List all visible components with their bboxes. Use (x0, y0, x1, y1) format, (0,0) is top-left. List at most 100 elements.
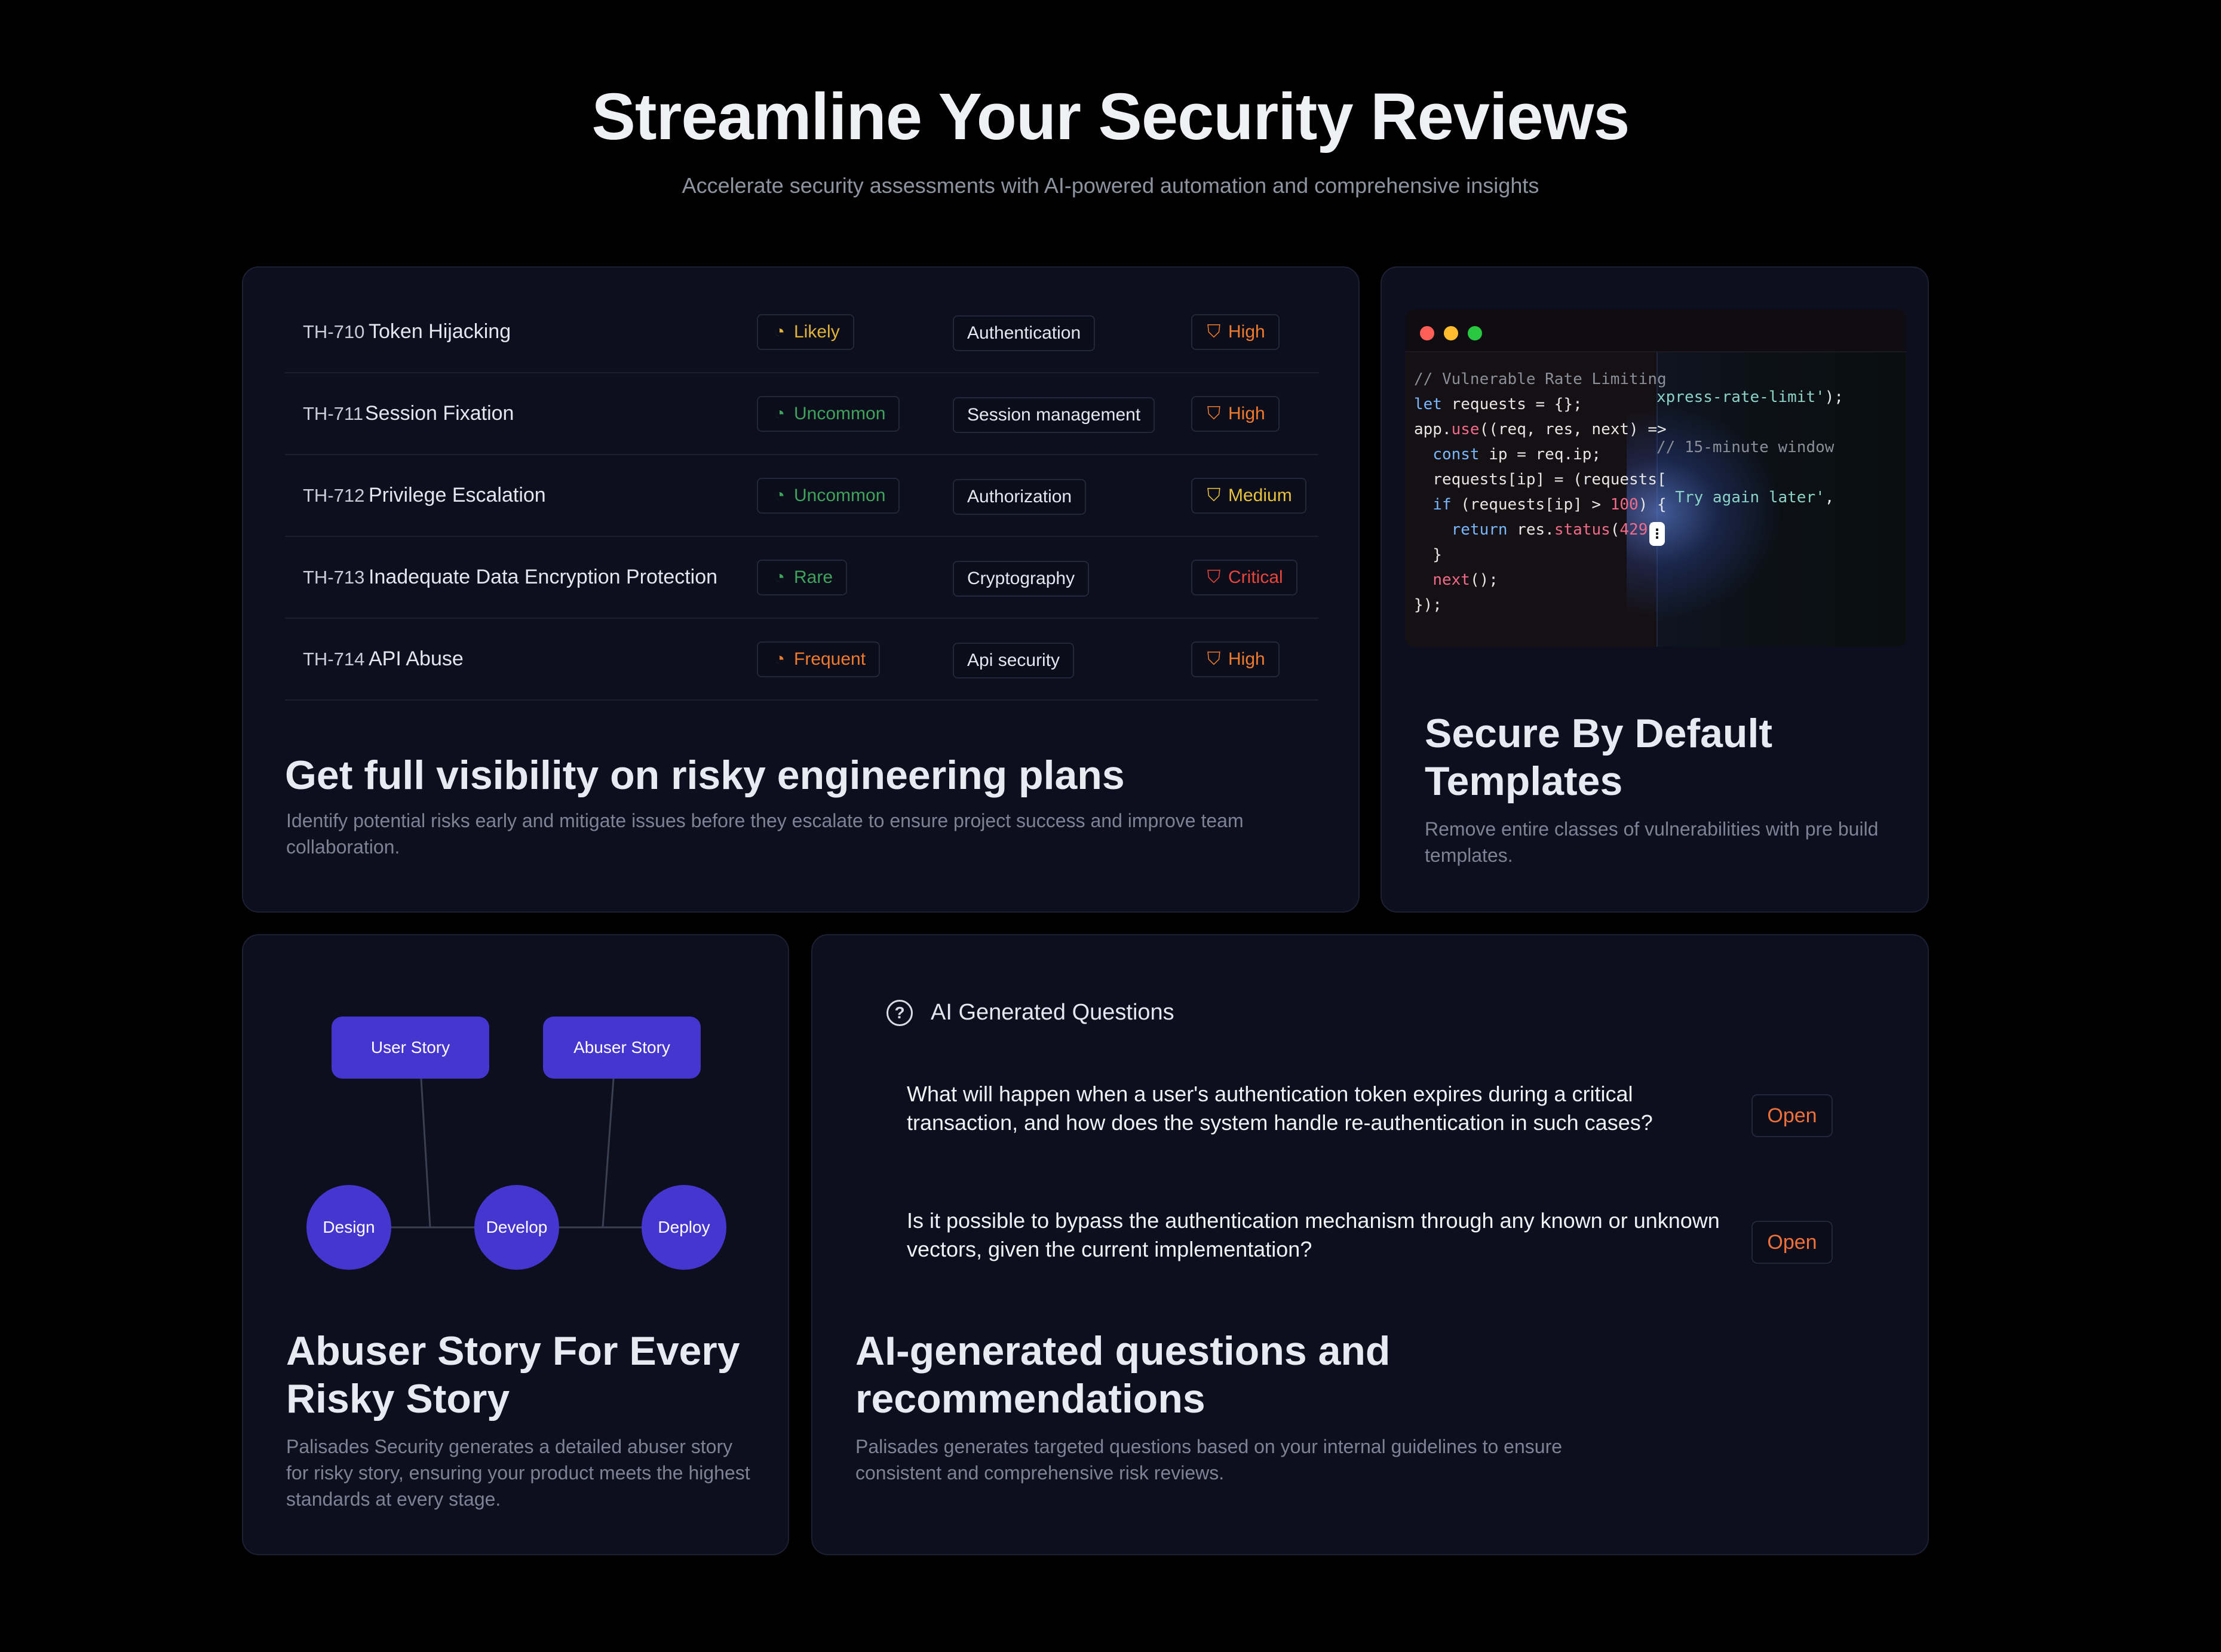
severity-badge: ⛉ High (1191, 314, 1280, 350)
connector-line (602, 1078, 615, 1228)
shield-icon: ⛉ (1207, 322, 1221, 342)
shield-icon: ⛉ (1207, 649, 1221, 669)
gauge-icon: ◔ (774, 649, 786, 669)
abuser-story-node[interactable]: Abuser Story (543, 1017, 701, 1079)
open-question-button[interactable]: Open (1751, 1221, 1833, 1264)
minimize-dot-icon[interactable] (1444, 326, 1458, 340)
threat-name: Inadequate Data Encryption Protection (369, 566, 718, 588)
likelihood-badge: ◔ Uncommon (757, 478, 900, 514)
templates-card: // Vulnerable Rate Limiting let requests … (1381, 266, 1929, 913)
code-token: // 15-minute window (1656, 438, 1835, 456)
likelihood-badge: ◔ Likely (757, 314, 854, 350)
code-line: Try again later', (1656, 485, 1843, 510)
code-token: ( (1610, 521, 1620, 539)
code-token: (requests[ip] > (1451, 496, 1610, 514)
code-token: ((req, res, next) => (1479, 420, 1667, 438)
likelihood-label: Frequent (794, 649, 866, 669)
table-row[interactable]: TH-712 Privilege Escalation ◔ Uncommon Autho… (285, 455, 1318, 537)
table-row[interactable]: TH-710 Token Hijacking ◔ Likely Authenticati… (285, 291, 1318, 373)
threats-card-description: Identify potential risks early and mitig… (286, 810, 1244, 858)
code-line: app.use((req, res, next) => (1414, 417, 1667, 442)
develop-stage-node[interactable]: Develop (474, 1185, 559, 1270)
severity-label: Medium (1228, 486, 1292, 505)
code-token: }); (1414, 596, 1442, 614)
threat-name: Session Fixation (365, 402, 514, 425)
secure-code: xpress-rate-limit');// 15-minute window … (1656, 385, 1843, 510)
code-line: } (1414, 542, 1667, 567)
code-token: let (1414, 395, 1442, 413)
deploy-stage-node[interactable]: Deploy (642, 1185, 726, 1270)
abuser-card-title: Abuser Story For Every Risky Story (286, 1328, 740, 1421)
severity-badge: ⛉ Medium (1191, 478, 1306, 514)
likelihood-badge: ◔ Uncommon (757, 396, 900, 432)
threats-card: TH-710 Token Hijacking ◔ Likely Authenticati… (242, 266, 1360, 913)
code-line: // Vulnerable Rate Limiting (1414, 367, 1667, 392)
code-token: xpress-rate-limit' (1656, 388, 1825, 406)
code-token: , (1824, 489, 1835, 506)
maximize-dot-icon[interactable] (1468, 326, 1482, 340)
code-token: status (1554, 521, 1610, 539)
likelihood-badge: ◔ Rare (757, 560, 848, 595)
code-token: next (1432, 571, 1470, 589)
user-story-node[interactable]: User Story (332, 1017, 489, 1079)
category-badge: Cryptography (953, 561, 1090, 597)
code-token: 429 (1619, 521, 1648, 539)
table-row[interactable]: TH-714 API Abuse ◔ Frequent Api security ⛉ Hig… (285, 619, 1318, 701)
shield-icon: ⛉ (1207, 567, 1221, 587)
category-badge: Api security (953, 643, 1075, 678)
threat-id: TH-710 (303, 321, 365, 342)
drag-handle-icon[interactable]: ⋮ (1649, 522, 1665, 546)
shield-icon: ⛉ (1207, 404, 1221, 423)
connector-line (420, 1078, 431, 1228)
table-row[interactable]: TH-713 Inadequate Data Encryption Protect… (285, 537, 1318, 619)
code-token: ); (1824, 388, 1844, 406)
severity-label: High (1228, 649, 1265, 669)
page: Streamline Your Security Reviews Acceler… (0, 0, 2221, 1652)
code-line: next(); (1414, 567, 1667, 592)
code-token: use (1451, 420, 1480, 438)
code-token: if (1432, 496, 1452, 514)
severity-badge: ⛉ Critical (1191, 560, 1297, 595)
threat-id: TH-713 (303, 567, 365, 588)
threat-name: API Abuse (369, 647, 464, 670)
code-line: xpress-rate-limit'); (1656, 385, 1843, 410)
code-token: const (1432, 446, 1480, 463)
code-line: let requests = {}; (1414, 392, 1667, 417)
gauge-icon: ◔ (774, 404, 786, 423)
code-window: // Vulnerable Rate Limiting let requests … (1406, 309, 1906, 647)
category-badge: Authentication (953, 315, 1096, 351)
vulnerable-code: // Vulnerable Rate Limiting let requests … (1414, 367, 1667, 618)
close-dot-icon[interactable] (1420, 326, 1434, 340)
ai-questions-card: ? AI Generated Questions What will happe… (811, 934, 1929, 1555)
code-line: if (requests[ip] > 100) { (1414, 492, 1667, 517)
open-question-button[interactable]: Open (1751, 1094, 1833, 1137)
code-token: Try again later' (1656, 489, 1825, 506)
likelihood-label: Rare (794, 567, 833, 587)
threat-id: TH-712 (303, 485, 365, 506)
likelihood-label: Uncommon (794, 486, 886, 505)
code-token: // Vulnerable Rate Limiting (1414, 370, 1667, 388)
abuser-card-description: Palisades Security generates a detailed … (286, 1436, 750, 1510)
code-line: return res.status(429). (1414, 517, 1667, 542)
abuser-story-card: User Story Abuser Story Design Develop D… (242, 934, 789, 1555)
code-line: // 15-minute window (1656, 435, 1843, 460)
code-token: requests[ip] = (requests[ (1414, 471, 1667, 489)
code-line: requests[ip] = (requests[ (1414, 467, 1667, 492)
code-token: app. (1414, 420, 1452, 438)
severity-label: High (1228, 404, 1265, 423)
page-title: Streamline Your Security Reviews (591, 80, 1630, 153)
question-text: Is it possible to bypass the authenticat… (907, 1208, 1720, 1261)
code-line: }); (1414, 592, 1667, 618)
ai-questions-header: AI Generated Questions (931, 1000, 1174, 1025)
category-badge: Authorization (953, 479, 1087, 515)
code-token: res. (1507, 521, 1554, 539)
category-badge: Session management (953, 397, 1155, 433)
design-stage-node[interactable]: Design (306, 1185, 391, 1270)
severity-badge: ⛉ High (1191, 641, 1280, 677)
table-row[interactable]: TH-711 Session Fixation ◔ Uncommon Session m… (285, 373, 1318, 455)
threats-card-title: Get full visibility on risky engineering… (285, 753, 1125, 798)
